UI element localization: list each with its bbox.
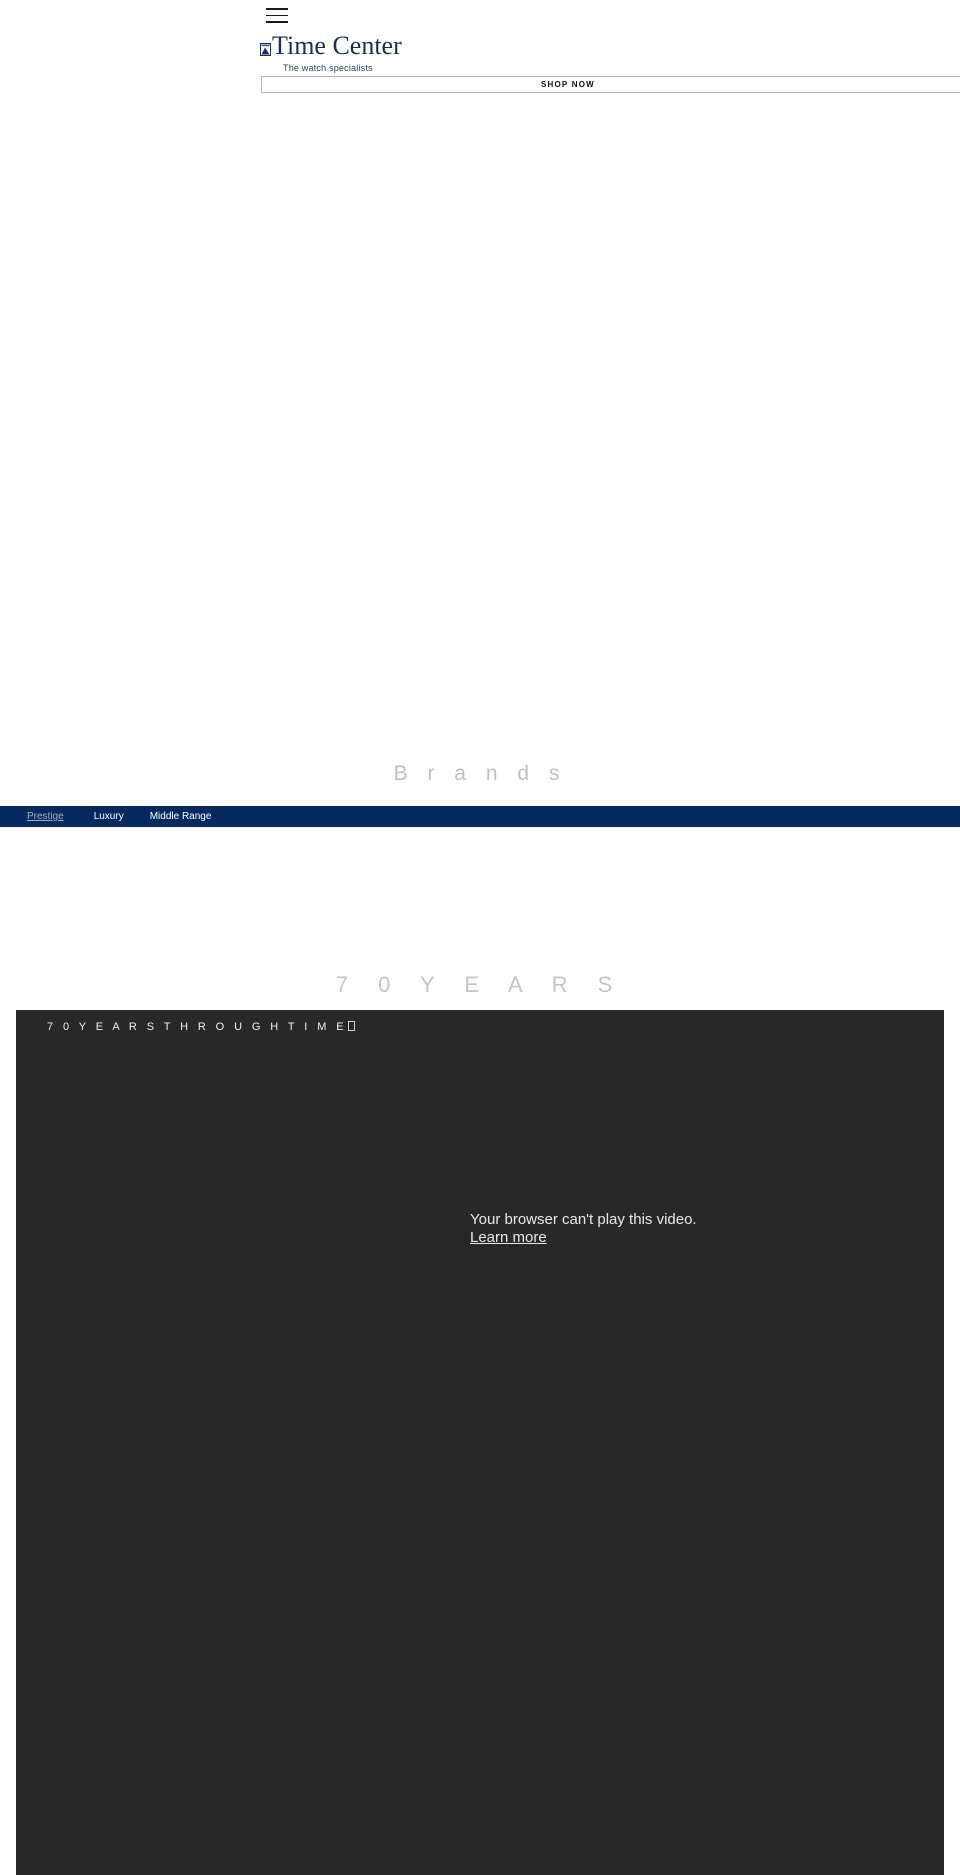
logo-brand-name: Time Center [272,31,402,60]
brand-nav-items: Prestige Luxury Middle Range [0,806,211,827]
site-logo[interactable]: Time Center The watch specialists [260,33,402,73]
logo-tagline: The watch specialists [283,63,373,73]
video-section: 7 0 Y E A R S T H R O U G H T I M E [16,1010,944,1875]
brand-nav-item-middle-range[interactable]: Middle Range [150,806,212,827]
shop-now-label: SHOP NOW [541,80,595,89]
hamburger-bar-3 [266,21,288,23]
logo-line: Time Center [260,33,402,59]
brand-nav-item-luxury[interactable]: Luxury [94,806,124,827]
shop-now-banner[interactable]: SHOP NOW [261,76,960,93]
hamburger-bar-1 [266,8,288,10]
video-error-block: Your browser can't play this video. Lear… [470,1212,890,1247]
video-heading-text: 7 0 Y E A R S T H R O U G H T I M E [47,1021,347,1033]
missing-glyph-box-icon [347,1021,355,1031]
years-section: 7 0 Y E A R S [0,827,960,1010]
years-heading: 7 0 Y E A R S [335,972,625,997]
broken-image-icon [260,43,271,56]
video-section-heading: 7 0 Y E A R S T H R O U G H T I M E [47,1021,355,1033]
brand-nav-item-prestige[interactable]: Prestige [27,806,64,827]
hamburger-bar-2 [266,14,288,17]
hamburger-menu-icon[interactable] [266,8,288,24]
brands-heading: B r a n d s [393,762,567,785]
brands-section: B r a n d s [0,100,960,810]
video-learn-more-link[interactable]: Learn more [470,1229,547,1246]
video-error-message: Your browser can't play this video. [470,1211,697,1228]
brand-category-nav: Prestige Luxury Middle Range [0,806,960,827]
